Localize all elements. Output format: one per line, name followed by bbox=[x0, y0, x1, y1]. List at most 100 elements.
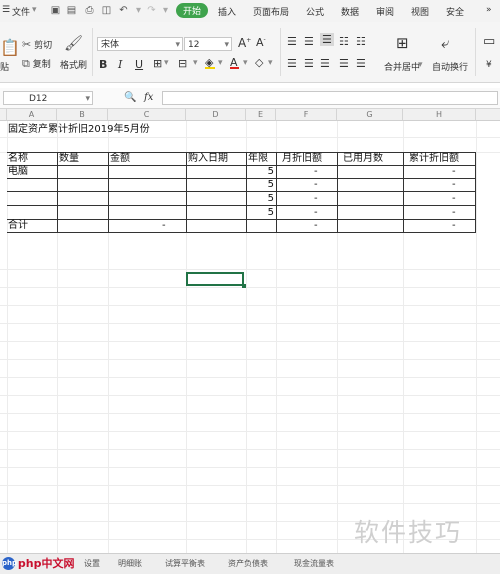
total-label[interactable]: 合计 bbox=[8, 220, 28, 232]
spreadsheet-grid[interactable]: A B C D E F G H 固定资产累计折旧2019年5月份 名称 数量 金… bbox=[0, 109, 500, 553]
fx-icon[interactable]: fx bbox=[144, 92, 153, 103]
export-icon[interactable]: ▤ bbox=[66, 5, 77, 16]
name-cell[interactable]: 电脑 bbox=[8, 166, 28, 178]
header-cell[interactable]: 名称 bbox=[8, 153, 28, 165]
number-format-icon[interactable]: ▭ bbox=[483, 34, 495, 49]
redo-icon[interactable]: ↷ bbox=[146, 5, 157, 16]
format-painter-button[interactable]: 格式刷 bbox=[60, 58, 87, 71]
bold-icon[interactable]: B bbox=[99, 58, 107, 71]
decrease-font-icon[interactable]: A- bbox=[256, 36, 266, 49]
align-left-icon[interactable]: ☰ bbox=[287, 57, 297, 70]
dropdown-icon[interactable]: ▾ bbox=[32, 5, 37, 15]
paste-icon[interactable]: 📋 bbox=[0, 38, 20, 57]
file-menu[interactable]: 文件 bbox=[12, 5, 30, 18]
years-cell[interactable]: 5 bbox=[248, 193, 274, 205]
name-box[interactable]: D12 ▾ bbox=[3, 91, 93, 105]
cut-button[interactable]: ✂ 剪切 bbox=[22, 38, 52, 51]
dropdown-icon[interactable]: ▾ bbox=[133, 5, 144, 16]
justify-icon[interactable]: ☰ bbox=[339, 57, 349, 70]
fill-handle[interactable] bbox=[242, 284, 246, 288]
column-header[interactable]: E bbox=[246, 109, 276, 121]
sheet-tab[interactable]: 明细账 bbox=[118, 558, 142, 569]
tab-review[interactable]: 审阅 bbox=[376, 5, 394, 18]
header-cell[interactable]: 金额 bbox=[110, 153, 130, 165]
print-icon[interactable]: ⎙ bbox=[84, 5, 95, 16]
monthly-cell[interactable]: - bbox=[314, 166, 318, 178]
indent-icon[interactable]: ☷ bbox=[356, 35, 366, 48]
header-cell[interactable]: 累计折旧额 bbox=[409, 153, 459, 165]
monthly-cell[interactable]: - bbox=[314, 179, 318, 191]
paste-button[interactable]: 贴 bbox=[0, 60, 9, 73]
hamburger-icon[interactable]: ☰ bbox=[2, 5, 10, 15]
align-middle-icon[interactable]: ☰ bbox=[304, 35, 314, 48]
column-header[interactable]: G bbox=[337, 109, 403, 121]
column-header[interactable]: B bbox=[57, 109, 108, 121]
fill-color-icon[interactable]: ◈ bbox=[205, 56, 215, 69]
sheet-title[interactable]: 固定资产累计折旧2019年5月份 bbox=[8, 124, 150, 136]
tab-formulas[interactable]: 公式 bbox=[306, 5, 324, 18]
total-accum[interactable]: - bbox=[452, 220, 456, 232]
total-amount[interactable]: - bbox=[162, 220, 166, 232]
merge-center-icon[interactable]: ⊞ bbox=[396, 34, 409, 52]
years-cell[interactable]: 5 bbox=[248, 179, 274, 191]
dropdown-icon[interactable]: ▾ bbox=[164, 58, 169, 68]
accum-cell[interactable]: - bbox=[452, 179, 456, 191]
column-header[interactable]: F bbox=[276, 109, 337, 121]
merge-icon[interactable]: ⊟ bbox=[178, 57, 187, 70]
tab-page-layout[interactable]: 页面布局 bbox=[253, 5, 289, 18]
formula-input[interactable] bbox=[162, 91, 498, 105]
align-right-icon[interactable]: ☰ bbox=[320, 57, 330, 70]
font-size-select[interactable]: 12 ▾ bbox=[184, 37, 232, 51]
merge-center-button[interactable]: 合并居中 bbox=[384, 60, 420, 73]
tab-insert[interactable]: 插入 bbox=[218, 5, 236, 18]
vertical-text-icon[interactable]: ☷ bbox=[339, 35, 349, 48]
total-monthly[interactable]: - bbox=[314, 220, 318, 232]
column-header[interactable]: A bbox=[7, 109, 57, 121]
preview-icon[interactable]: ◫ bbox=[101, 5, 112, 16]
sheet-tab[interactable]: 试算平衡表 bbox=[165, 558, 205, 569]
format-painter-icon[interactable]: 🖌 bbox=[64, 34, 83, 52]
wrap-text-button[interactable]: 自动换行 bbox=[432, 60, 468, 73]
dropdown-icon[interactable]: ▾ bbox=[160, 5, 171, 16]
zoom-icon[interactable]: 🔍 bbox=[124, 92, 136, 103]
font-color-icon[interactable]: A bbox=[230, 56, 239, 69]
save-icon[interactable]: ▣ bbox=[50, 5, 61, 16]
accum-cell[interactable]: - bbox=[452, 193, 456, 205]
dropdown-icon[interactable]: ▾ bbox=[218, 58, 223, 68]
column-header[interactable]: C bbox=[108, 109, 186, 121]
currency-icon[interactable]: ¥ bbox=[486, 60, 492, 70]
monthly-cell[interactable]: - bbox=[314, 193, 318, 205]
dropdown-icon[interactable]: ▾ bbox=[418, 60, 423, 70]
accum-cell[interactable]: - bbox=[452, 166, 456, 178]
header-cell[interactable]: 月折旧额 bbox=[282, 153, 322, 165]
sheet-tab[interactable]: 现金流量表 bbox=[294, 558, 334, 569]
column-header[interactable] bbox=[476, 109, 500, 121]
more-icon[interactable]: » bbox=[486, 5, 492, 15]
tab-home[interactable]: 开始 bbox=[176, 3, 209, 18]
sheet-tab[interactable]: 资产负债表 bbox=[228, 558, 268, 569]
border-icon[interactable]: ⊞ bbox=[153, 57, 162, 70]
font-name-select[interactable]: 宋体 ▾ bbox=[97, 37, 183, 51]
undo-icon[interactable]: ↶ bbox=[118, 5, 129, 16]
column-header[interactable]: H bbox=[403, 109, 476, 121]
dropdown-icon[interactable]: ▾ bbox=[193, 58, 198, 68]
header-cell[interactable]: 已用月数 bbox=[343, 153, 383, 165]
tab-view[interactable]: 视图 bbox=[411, 5, 429, 18]
copy-button[interactable]: ⧉ 复制 bbox=[22, 57, 51, 71]
clear-icon[interactable]: ◇ bbox=[255, 56, 263, 69]
header-cell[interactable]: 数量 bbox=[59, 153, 79, 165]
wrap-text-icon[interactable]: ⤶ bbox=[441, 34, 449, 52]
accum-cell[interactable]: - bbox=[452, 207, 456, 219]
italic-icon[interactable]: I bbox=[118, 58, 122, 71]
align-center-icon[interactable]: ☰ bbox=[304, 57, 314, 70]
dropdown-icon[interactable]: ▾ bbox=[243, 58, 248, 68]
years-cell[interactable]: 5 bbox=[248, 207, 274, 219]
column-header[interactable]: D bbox=[186, 109, 246, 121]
align-top-icon[interactable]: ☰ bbox=[287, 35, 297, 48]
dropdown-icon[interactable]: ▾ bbox=[268, 58, 273, 68]
increase-font-icon[interactable]: A+ bbox=[238, 36, 251, 50]
selected-cell[interactable] bbox=[186, 272, 244, 286]
header-cell[interactable]: 购入日期 bbox=[188, 153, 228, 165]
tab-security[interactable]: 安全 bbox=[446, 5, 464, 18]
corner-cell[interactable] bbox=[0, 109, 7, 121]
